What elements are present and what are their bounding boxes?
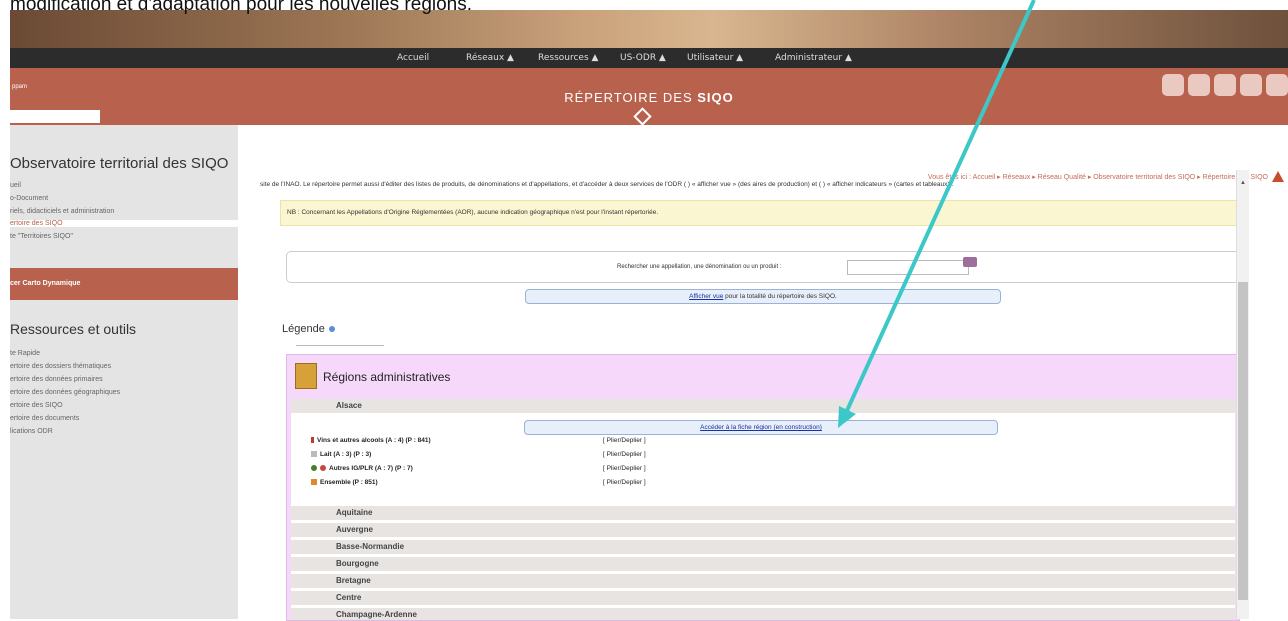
regions-list: Alsace Accéder à la fiche région (en con…: [291, 399, 1235, 620]
sidebar-item-siqo[interactable]: ertoire des SIQO: [10, 402, 63, 409]
nav-item-accueil[interactable]: Accueil: [397, 53, 429, 63]
regions-title: Régions administratives: [323, 370, 451, 384]
label-rouge-icon: [320, 465, 326, 472]
sidebar-item-repertoire-siqo[interactable]: ertoire des SIQO: [10, 220, 238, 227]
sidebar-item-donnees-primaires[interactable]: ertoire des données primaires: [10, 376, 103, 383]
region-row-alsace[interactable]: Alsace: [291, 399, 1235, 413]
social-icon-2[interactable]: [1188, 74, 1210, 96]
divider: [296, 345, 384, 346]
sidebar-item-donnees-geo[interactable]: ertoire des données géographiques: [10, 389, 120, 396]
nav-item-us-odr[interactable]: US-ODR ▲: [620, 53, 666, 63]
caption-text: modification et d'adaptation pour les no…: [10, 0, 473, 15]
category-autres[interactable]: Autres IG/PLR (A : 7) (P : 7): [311, 465, 413, 472]
region-row-champagne[interactable]: Champagne-Ardenne: [291, 608, 1235, 620]
appellation-search-label: Rechercher une appellation, une dénomina…: [617, 264, 782, 270]
toggle-lait[interactable]: [ Plier/Deplier ]: [603, 451, 646, 458]
sidebar-item-territoires[interactable]: te "Territoires SIQO": [10, 233, 73, 240]
appellation-search: Rechercher une appellation, une dénomina…: [286, 251, 1240, 283]
toggle-ensemble[interactable]: [ Plier/Deplier ]: [603, 479, 646, 486]
scrollbar[interactable]: ▲: [1236, 170, 1249, 619]
ensemble-icon: [311, 479, 317, 486]
nav-item-utilisateur[interactable]: Utilisateur ▲: [687, 53, 743, 63]
sidebar-item-dossiers[interactable]: ertoire des dossiers thématiques: [10, 363, 111, 370]
appellation-search-input[interactable]: [847, 260, 969, 275]
nav-item-administrateur[interactable]: Administrateur ▲: [775, 53, 852, 63]
region-row-centre[interactable]: Centre: [291, 591, 1235, 605]
folder-icon: [295, 363, 317, 389]
main-content: Vous êtes ici : Accueil ▸ Réseaux ▸ Rése…: [250, 125, 1288, 621]
sidebar-heading-ressources: Ressources et outils: [10, 321, 137, 337]
sidebar-item-documents[interactable]: ertoire des documents: [10, 415, 79, 422]
nb-notice: NB : Concernant les Appellations d'Origi…: [280, 200, 1240, 226]
region-row-basse-normandie[interactable]: Basse-Normandie: [291, 540, 1235, 554]
carto-dynamique-button[interactable]: cer Carto Dynamique: [10, 268, 238, 300]
category-lait[interactable]: Lait (A : 3) (P : 3): [311, 451, 371, 458]
social-icon-4[interactable]: [1240, 74, 1262, 96]
page-title: RÉPERTOIRE DES SIQO: [564, 90, 734, 105]
sidebar: Observatoire territorial des SIQO ueil o…: [10, 125, 238, 619]
search-button[interactable]: [963, 257, 977, 267]
nav-item-ressources[interactable]: Ressources ▲: [538, 53, 598, 63]
region-row-aquitaine[interactable]: Aquitaine: [291, 506, 1235, 520]
info-icon: [328, 326, 335, 332]
category-ensemble[interactable]: Ensemble (P : 851): [311, 479, 378, 486]
scrollbar-thumb[interactable]: [1238, 282, 1248, 600]
intro-text: site de l'INAO. Le répertoire permet aus…: [260, 181, 954, 188]
top-navigation: Accueil Réseaux ▲ Ressources ▲ US-ODR ▲ …: [10, 48, 1288, 68]
search-input[interactable]: [10, 110, 100, 123]
warning-icon: [1272, 171, 1284, 182]
toggle-vins[interactable]: [ Plier/Deplier ]: [603, 437, 646, 444]
scroll-up-icon[interactable]: ▲: [1240, 180, 1246, 186]
fiche-region-bar: Accéder à la fiche région (en constructi…: [524, 420, 998, 435]
igp-icon: [311, 465, 317, 472]
social-icon-5[interactable]: [1266, 74, 1288, 96]
milk-icon: [311, 451, 317, 458]
sidebar-item-info-document[interactable]: o-Document: [10, 195, 48, 202]
afficher-vue-link[interactable]: Afficher vue: [689, 293, 723, 300]
region-row-bourgogne[interactable]: Bourgogne: [291, 557, 1235, 571]
site-header: ppam RÉPERTOIRE DES SIQO: [10, 68, 1288, 126]
sidebar-item-applications[interactable]: lications ODR: [10, 428, 53, 435]
category-vins[interactable]: Vins et autres alcools (A : 4) (P : 841): [311, 437, 431, 444]
toggle-autres[interactable]: [ Plier/Deplier ]: [603, 465, 646, 472]
breadcrumb[interactable]: Vous êtes ici : Accueil ▸ Réseaux ▸ Rése…: [928, 173, 1268, 181]
wine-icon: [311, 437, 314, 444]
region-row-bretagne[interactable]: Bretagne: [291, 574, 1235, 588]
sidebar-item-recherche-rapide[interactable]: te Rapide: [10, 350, 40, 357]
diamond-icon: [633, 107, 652, 126]
sidebar-heading: Observatoire territorial des SIQO: [10, 155, 229, 172]
region-row-auvergne[interactable]: Auvergne: [291, 523, 1235, 537]
nav-item-reseaux[interactable]: Réseaux ▲: [466, 53, 514, 63]
header-icons: [1158, 74, 1288, 101]
fiche-region-link[interactable]: Accéder à la fiche région (en constructi…: [700, 424, 822, 431]
regions-panel: Régions administratives Alsace Accéder à…: [286, 354, 1240, 621]
sidebar-item-tutoriels[interactable]: riels, didacticiels et administration: [10, 208, 114, 215]
social-icon-3[interactable]: [1214, 74, 1236, 96]
legende-toggle[interactable]: Légende: [282, 323, 335, 335]
afficher-vue-bar: Afficher vue pour la totalité du réperto…: [525, 289, 1001, 304]
sidebar-item-accueil[interactable]: ueil: [10, 182, 21, 189]
social-icon-1[interactable]: [1162, 74, 1184, 96]
